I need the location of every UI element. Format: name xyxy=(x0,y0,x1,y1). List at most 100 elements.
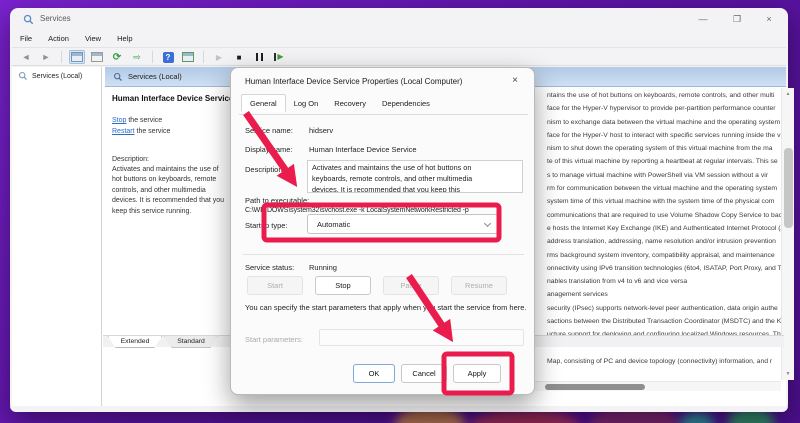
description-line: devices. It is recommended that you xyxy=(112,196,244,206)
forward-icon[interactable]: ► xyxy=(38,50,54,64)
description-line: keyboards, remote controls, and other mu… xyxy=(312,174,518,185)
service-info-panel: Human Interface Device Service Stop the … xyxy=(112,94,244,364)
path-label: Path to executable: xyxy=(245,196,309,205)
description-line: devices. It is recommended that you keep… xyxy=(312,185,518,193)
service-name-value: hidserv xyxy=(309,126,333,135)
console-tree-panel: Services (Local) xyxy=(12,67,102,406)
menu-action[interactable]: Action xyxy=(40,31,77,47)
menu-help[interactable]: Help xyxy=(109,31,140,47)
wallpaper-blob xyxy=(680,412,714,423)
back-icon[interactable]: ◄ xyxy=(18,50,34,64)
tab-extended[interactable]: Extended xyxy=(108,336,162,348)
dialog-close-icon[interactable]: × xyxy=(506,73,524,89)
export-list-icon[interactable]: ⇨ xyxy=(129,50,145,64)
scroll-up-icon[interactable]: ▲ xyxy=(782,91,794,97)
start-parameters-note: You can specify the start parameters tha… xyxy=(245,303,527,313)
tab-general[interactable]: General xyxy=(241,94,286,112)
service-row: face for the Hyper-V hypervisor to provi… xyxy=(547,102,782,115)
tab-dependencies[interactable]: Dependencies xyxy=(374,95,438,113)
start-parameters-input[interactable] xyxy=(319,329,524,346)
service-row: onnectivity using IPv6 transition techno… xyxy=(547,262,782,275)
menu-view[interactable]: View xyxy=(77,31,109,47)
extended-view-icon[interactable] xyxy=(180,50,196,64)
refresh-icon[interactable]: ⟳ xyxy=(109,50,125,64)
description-textbox[interactable]: Activates and maintains the use of hot b… xyxy=(307,160,523,193)
scroll-down-icon[interactable]: ▼ xyxy=(782,371,794,377)
restart-service-link[interactable]: Restart xyxy=(112,128,135,135)
maximize-button[interactable]: ❐ xyxy=(722,11,752,28)
pause-button[interactable]: Pause xyxy=(383,276,439,295)
show-console-tree-icon[interactable] xyxy=(69,50,85,64)
vertical-scroll-thumb[interactable] xyxy=(784,148,793,228)
cancel-button[interactable]: Cancel xyxy=(401,364,447,383)
stop-service-icon[interactable]: ■ xyxy=(231,50,247,64)
help-glyph: ? xyxy=(163,52,174,63)
tab-standard[interactable]: Standard xyxy=(164,336,218,348)
tab-divider xyxy=(239,114,528,115)
restart-glyph: ▶ xyxy=(274,53,283,61)
tab-log-on[interactable]: Log On xyxy=(286,95,327,113)
stop-service-link[interactable]: Stop xyxy=(112,117,126,124)
minimize-button[interactable]: — xyxy=(688,11,718,28)
pause-service-icon[interactable] xyxy=(251,50,267,64)
console-tree-glyph xyxy=(71,52,83,62)
properties-dialog: Human Interface Device Service Propertie… xyxy=(230,67,535,395)
refresh-glyph: ⟳ xyxy=(113,52,121,63)
restart-service-icon[interactable]: ▶ xyxy=(271,50,287,64)
service-description: Activates and maintains the use ofhot bu… xyxy=(112,165,244,217)
resume-button[interactable]: Resume xyxy=(451,276,507,295)
close-button[interactable]: × xyxy=(754,11,784,28)
horizontal-scroll-thumb[interactable] xyxy=(545,384,645,390)
service-name-label: Service name: xyxy=(245,126,293,135)
tree-item-services-local[interactable]: Services (Local) xyxy=(12,67,101,81)
description-line: controls, and other multimedia xyxy=(112,186,244,196)
apply-button[interactable]: Apply xyxy=(453,364,501,383)
stop-service-line: Stop the service xyxy=(112,115,244,126)
toolbar: ◄ ► ⟳ ⇨ ? ▶ ■ ▶ xyxy=(12,49,786,66)
service-row: s to manage virtual machine with PowerSh… xyxy=(547,169,782,182)
dialog-tab-strip: General Log On Recovery Dependencies xyxy=(241,95,438,113)
start-button[interactable]: Start xyxy=(247,276,303,295)
service-row: nism to shut down the operating system o… xyxy=(547,142,782,155)
services-node-icon xyxy=(18,71,28,81)
service-row: Map, consisting of PC and device topolog… xyxy=(547,355,782,368)
toolbar-separator xyxy=(61,51,62,63)
tab-recovery[interactable]: Recovery xyxy=(326,95,374,113)
pause-glyph xyxy=(256,53,263,61)
startup-type-value: Automatic xyxy=(317,220,350,229)
selected-service-title: Human Interface Device Service xyxy=(112,94,244,103)
service-row: rm for communication between the virtual… xyxy=(547,182,782,195)
menu-file[interactable]: File xyxy=(12,31,40,47)
window-titlebar[interactable]: Services — ❐ × xyxy=(10,8,788,31)
startup-type-dropdown[interactable]: Automatic xyxy=(307,214,499,234)
service-row: e hosts the Internet Key Exchange (IKE) … xyxy=(547,222,782,235)
service-row: ntains the use of hot buttons on keyboar… xyxy=(547,89,782,102)
display-name-value: Human Interface Device Service xyxy=(309,145,417,154)
start-parameters-label: Start parameters: xyxy=(245,335,303,344)
help-icon[interactable]: ? xyxy=(160,50,176,64)
service-row: system time of this virtual machine with… xyxy=(547,195,782,208)
description-line: Activates and maintains the use of hot b… xyxy=(312,163,518,174)
startup-type-label: Startup type: xyxy=(245,221,288,230)
service-status-value: Running xyxy=(309,263,337,272)
description-line: hot buttons on keyboards, remote xyxy=(112,175,244,185)
properties-icon[interactable] xyxy=(89,50,105,64)
pane-header-label: Services (Local) xyxy=(128,72,182,81)
pane-header-icon xyxy=(113,72,123,82)
stop-button[interactable]: Stop xyxy=(315,276,371,295)
window-title: Services xyxy=(40,14,71,23)
toolbar-separator xyxy=(203,51,204,63)
service-status-label: Service status: xyxy=(245,263,294,272)
services-app-icon xyxy=(23,14,34,25)
ok-button[interactable]: OK xyxy=(353,364,395,383)
restart-service-line: Restart the service xyxy=(112,126,244,137)
service-row: rms background system inventory, compati… xyxy=(547,249,782,262)
chevron-down-icon xyxy=(484,220,491,227)
start-service-icon[interactable]: ▶ xyxy=(211,50,227,64)
stop-line-rest: the service xyxy=(126,117,162,124)
service-row: face for the Hyper-V host to interact wi… xyxy=(547,129,782,142)
restart-line-rest: the service xyxy=(135,128,171,135)
service-row: address translation, addressing, name re… xyxy=(547,235,782,248)
service-row: anagement services xyxy=(547,288,782,301)
desktop: Services — ❐ × File Action View Help ◄ ►… xyxy=(0,0,800,423)
